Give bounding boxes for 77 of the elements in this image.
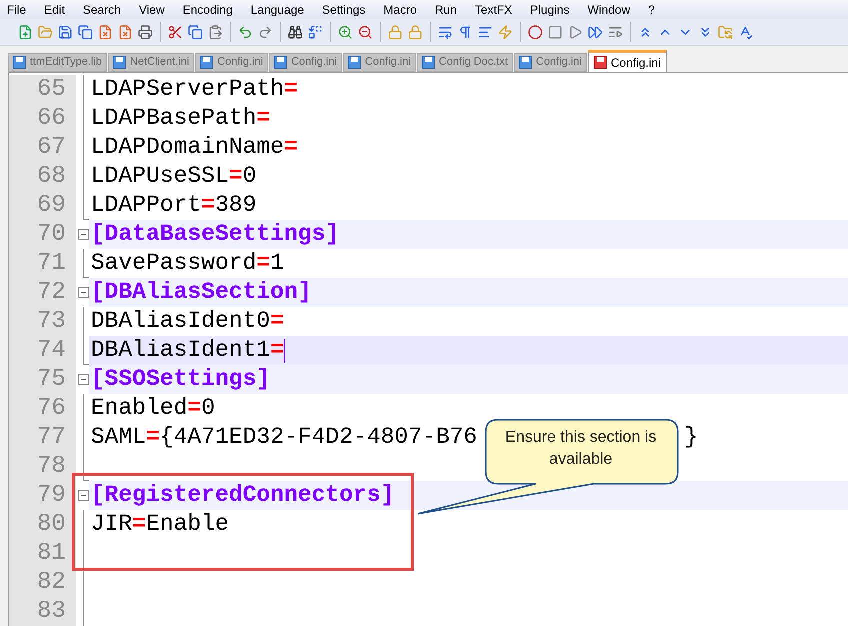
fold-toggle-icon[interactable] xyxy=(78,374,89,385)
line-number: 81 xyxy=(37,538,66,568)
fast-forward-icon[interactable] xyxy=(588,24,603,40)
code-line: SAML={4A71ED32-F4D2-4807-B76 xyxy=(91,423,478,452)
binoculars-icon[interactable] xyxy=(288,24,303,40)
line-number: 80 xyxy=(37,510,66,540)
menu-item[interactable]: Settings xyxy=(319,0,369,19)
menu-item[interactable]: Language xyxy=(248,0,308,19)
play-icon[interactable] xyxy=(568,24,583,40)
section-header: [SSOSettings] xyxy=(91,365,270,394)
file-tab[interactable]: Config.ini xyxy=(588,50,668,72)
line-number: 66 xyxy=(37,104,66,134)
line-number: 72 xyxy=(37,278,66,308)
fold-toggle-icon[interactable] xyxy=(78,490,89,501)
new-file-icon[interactable] xyxy=(18,24,33,40)
paste-icon[interactable] xyxy=(208,24,223,40)
fold-toggle-icon[interactable] xyxy=(78,229,89,240)
redo-icon[interactable] xyxy=(258,24,273,40)
line-number: 65 xyxy=(37,74,66,104)
menu-item[interactable]: File xyxy=(4,0,30,19)
line-number: 76 xyxy=(37,394,66,424)
line-number: 82 xyxy=(37,568,66,598)
text-caret xyxy=(284,338,286,362)
playlist-icon[interactable] xyxy=(608,24,623,40)
code-line: JIR=Enable xyxy=(91,510,230,540)
callout-text: Ensure this section is available xyxy=(504,428,658,470)
fold-toggle-icon[interactable] xyxy=(78,287,89,298)
menu-item[interactable]: View xyxy=(136,0,168,19)
line-number: 74 xyxy=(37,336,66,366)
copy-icon[interactable] xyxy=(188,24,203,40)
line-number: 73 xyxy=(37,306,66,336)
section-header: [DBAliasSection] xyxy=(91,278,312,308)
code-line: Enabled=0 xyxy=(91,394,216,424)
section-header: [DataBaseSettings] xyxy=(91,220,340,250)
menu-item[interactable]: Window xyxy=(584,0,634,19)
zoom-out-icon[interactable] xyxy=(358,24,373,40)
line-number: 67 xyxy=(37,132,66,162)
line-number: 68 xyxy=(37,162,66,192)
code-line: LDAPServerPath= xyxy=(91,75,298,104)
code-line: LDAPUseSSL=0 xyxy=(91,162,257,192)
record-icon[interactable] xyxy=(528,24,543,40)
line-number: 77 xyxy=(37,422,66,452)
line-number: 78 xyxy=(37,452,66,482)
stop-icon[interactable] xyxy=(548,24,563,40)
menu-item[interactable]: Encoding xyxy=(180,0,236,19)
undo-icon[interactable] xyxy=(238,24,253,40)
menu-item[interactable]: Macro xyxy=(380,0,420,19)
wrap-icon[interactable] xyxy=(438,24,453,40)
scissors-icon[interactable] xyxy=(168,24,183,40)
menu-item[interactable]: Edit xyxy=(41,0,68,19)
printer-icon[interactable] xyxy=(138,24,153,40)
menu-item[interactable]: ? xyxy=(645,0,658,19)
zoom-in-icon[interactable] xyxy=(338,24,353,40)
line-number: 75 xyxy=(37,364,66,394)
close-file-icon[interactable] xyxy=(98,24,113,40)
pilcrow-icon[interactable] xyxy=(458,24,473,40)
close-all-icon[interactable] xyxy=(118,24,133,40)
code-line: LDAPBasePath= xyxy=(91,104,270,134)
save-icon[interactable] xyxy=(58,24,73,40)
code-line: LDAPDomainName= xyxy=(91,133,298,162)
code-line: LDAPPort=389 xyxy=(91,191,257,220)
menu-item[interactable]: Run xyxy=(432,0,460,19)
code-line: DBAliasIdent0= xyxy=(91,307,284,336)
line-number: 71 xyxy=(37,248,66,278)
line-number: 83 xyxy=(37,596,66,626)
menu-item[interactable]: Search xyxy=(80,0,124,19)
section-header: [RegisteredConnectors] xyxy=(91,481,395,510)
menu-item[interactable]: TextFX xyxy=(472,0,516,19)
line-number: 69 xyxy=(37,190,66,220)
menu-item[interactable]: Plugins xyxy=(527,0,573,19)
code-line: SavePassword=1 xyxy=(91,249,284,278)
line-number: 79 xyxy=(37,480,66,510)
save-all-icon[interactable] xyxy=(78,24,93,40)
spell-check-icon[interactable] xyxy=(738,24,753,40)
line-number: 70 xyxy=(37,220,66,250)
code-line: } xyxy=(684,423,698,452)
code-line: DBAliasIdent1= xyxy=(91,336,284,366)
